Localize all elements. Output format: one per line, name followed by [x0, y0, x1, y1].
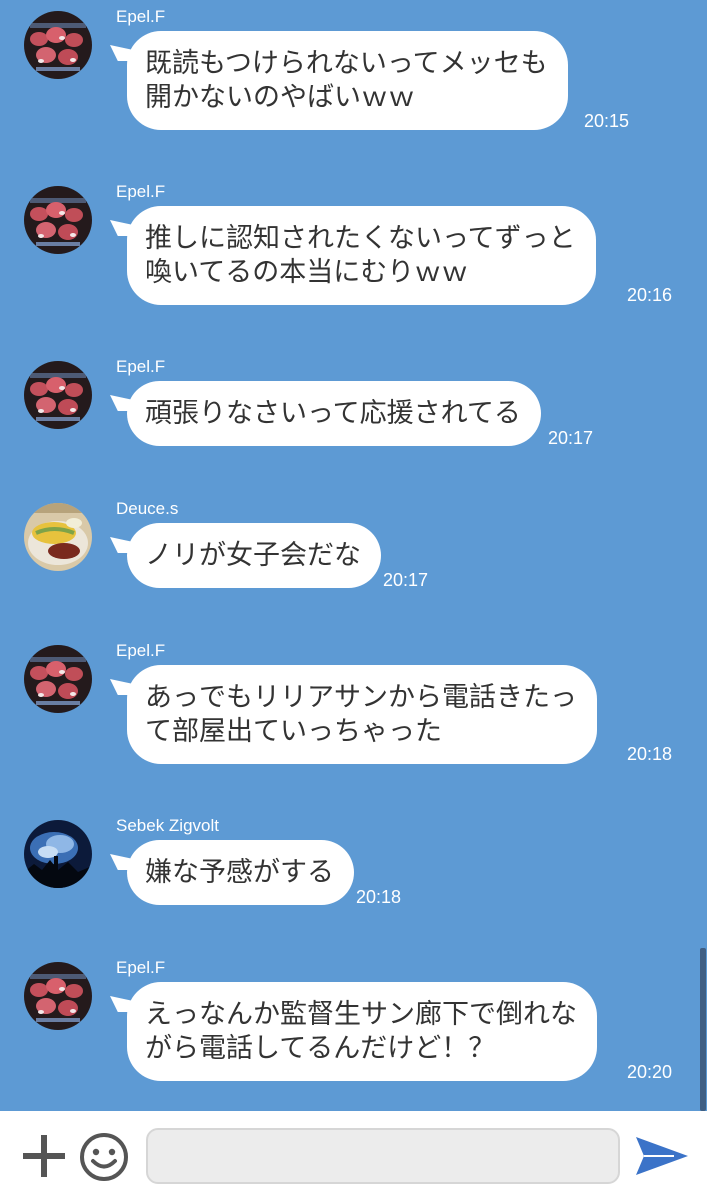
message-bubble[interactable]: ノリが女子会だな: [127, 523, 381, 588]
sender-name: Epel.F: [116, 7, 166, 26]
omurice-icon: [24, 503, 92, 571]
meat-platter-icon: [24, 962, 92, 1030]
message-text-line: がら電話してるんだけど！？: [145, 1033, 496, 1064]
message-text-line: 喚いてるの本当にむりｗｗ: [145, 257, 469, 288]
meat-platter-icon: [24, 186, 92, 254]
message-time: 20:15: [584, 111, 630, 131]
message-text-line: 嫌な予感がする: [145, 857, 334, 888]
avatar[interactable]: [24, 361, 92, 429]
plus-icon[interactable]: [20, 1132, 68, 1180]
sender-name: Epel.F: [116, 641, 166, 660]
message-bubble[interactable]: 推しに認知されたくないってずっと 喚いてるの本当にむりｗｗ: [127, 206, 596, 305]
avatar[interactable]: [24, 645, 92, 713]
message-time: 20:16: [627, 285, 673, 305]
avatar[interactable]: [24, 503, 92, 571]
message-time: 20:20: [627, 1062, 673, 1082]
message-text-line: 推しに認知されたくないってずっと: [145, 223, 576, 254]
message-time: 20:18: [356, 887, 402, 907]
message-text-line: 既読もつけられないってメッセも: [145, 48, 548, 79]
send-icon[interactable]: [634, 1135, 690, 1177]
sender-name: Epel.F: [116, 958, 166, 977]
message-bubble[interactable]: 頑張りなさいって応援されてる: [127, 381, 541, 446]
message-text-line: 頑張りなさいって応援されてる: [145, 398, 521, 429]
meat-platter-icon: [24, 11, 92, 79]
message-time: 20:18: [627, 744, 673, 764]
message-bubble[interactable]: あっでもリリアサンから電話きたっ て部屋出ていっちゃった: [127, 665, 597, 764]
night-sky-icon: [24, 820, 92, 888]
meat-platter-icon: [24, 361, 92, 429]
avatar[interactable]: [24, 186, 92, 254]
sender-name: Epel.F: [116, 357, 166, 376]
avatar[interactable]: [24, 11, 92, 79]
message-time: 20:17: [383, 570, 429, 590]
meat-platter-icon: [24, 645, 92, 713]
sender-name: Sebek Zigvolt: [116, 816, 219, 835]
message-time: 20:17: [548, 428, 594, 448]
message-bubble[interactable]: 既読もつけられないってメッセも 開かないのやばいｗｗ: [127, 31, 568, 130]
input-bar: [0, 1111, 707, 1200]
message-text-line: 開かないのやばいｗｗ: [145, 82, 415, 113]
avatar[interactable]: [24, 820, 92, 888]
sender-name: Epel.F: [116, 182, 166, 201]
scrollbar-thumb[interactable]: [700, 948, 706, 1111]
message-text-line: て部屋出ていっちゃった: [145, 716, 442, 747]
sender-name: Deuce.s: [116, 499, 179, 518]
chat-area[interactable]: Epel.F 既読もつけられないってメッセも 開かないのやばいｗｗ 20:15: [0, 0, 707, 1111]
message-text-line: えっなんか監督生サン廊下で倒れな: [145, 999, 577, 1030]
message-bubble[interactable]: えっなんか監督生サン廊下で倒れな がら電話してるんだけど！？: [127, 982, 597, 1081]
message-text-line: ノリが女子会だな: [145, 540, 361, 571]
avatar[interactable]: [24, 962, 92, 1030]
message-bubble[interactable]: 嫌な予感がする: [127, 840, 354, 905]
message-input[interactable]: [146, 1128, 620, 1184]
smiley-icon[interactable]: [78, 1131, 130, 1183]
message-text-line: あっでもリリアサンから電話きたっ: [145, 682, 577, 713]
